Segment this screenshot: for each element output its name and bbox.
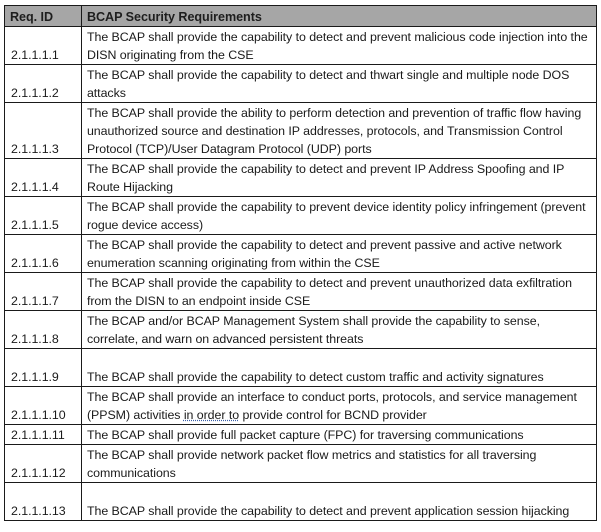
column-header-req-id: Req. ID (4, 5, 82, 27)
req-id-cell: 2.1.1.1.7 (4, 272, 82, 311)
requirement-cell: The BCAP shall provide network packet fl… (80, 444, 598, 483)
table-row: 2.1.1.1.4 The BCAP shall provide the cap… (4, 158, 598, 197)
security-requirements-table: Req. ID BCAP Security Requirements 2.1.1… (4, 5, 598, 521)
req-id-cell: 2.1.1.1.4 (4, 158, 82, 197)
req-id-cell: 2.1.1.1.5 (4, 196, 82, 235)
column-header-requirements: BCAP Security Requirements (80, 5, 598, 27)
table-row: 2.1.1.1.3 The BCAP shall provide the abi… (4, 102, 598, 159)
table-row: 2.1.1.1.8 The BCAP and/or BCAP Managemen… (4, 310, 598, 349)
table-row: 2.1.1.1.5 The BCAP shall provide the cap… (4, 196, 598, 235)
requirement-cell: The BCAP shall provide the capability to… (80, 158, 598, 197)
table-row: 2.1.1.1.6 The BCAP shall provide the cap… (4, 234, 598, 273)
req-id-cell: 2.1.1.1.3 (4, 102, 82, 159)
table-row: 2.1.1.1.13 The BCAP shall provide the ca… (4, 482, 598, 521)
grammar-flagged-phrase: in order to (183, 408, 240, 422)
table-row: 2.1.1.1.2 The BCAP shall provide the cap… (4, 64, 598, 103)
requirement-text: provide control for BCND provider (239, 408, 427, 422)
requirement-cell: The BCAP shall provide full packet captu… (80, 424, 598, 445)
table-row: 2.1.1.1.10 The BCAP shall provide an int… (4, 386, 598, 425)
requirement-cell: The BCAP shall provide the capability to… (80, 26, 598, 65)
table-row: 2.1.1.1.1 The BCAP shall provide the cap… (4, 26, 598, 65)
table-row: 2.1.1.1.9 The BCAP shall provide the cap… (4, 348, 598, 387)
requirement-cell: The BCAP shall provide the capability to… (80, 272, 598, 311)
requirement-cell: The BCAP shall provide an interface to c… (80, 386, 598, 425)
req-id-cell: 2.1.1.1.6 (4, 234, 82, 273)
table-row: 2.1.1.1.12 The BCAP shall provide networ… (4, 444, 598, 483)
req-id-cell: 2.1.1.1.1 (4, 26, 82, 65)
req-id-cell: 2.1.1.1.13 (4, 482, 82, 521)
req-id-cell: 2.1.1.1.8 (4, 310, 82, 349)
table-header-row: Req. ID BCAP Security Requirements (4, 5, 598, 27)
requirement-cell: The BCAP shall provide the capability to… (80, 482, 598, 521)
requirement-cell: The BCAP shall provide the capability to… (80, 348, 598, 387)
requirement-cell: The BCAP shall provide the capability to… (80, 64, 598, 103)
req-id-cell: 2.1.1.1.12 (4, 444, 82, 483)
requirement-cell: The BCAP shall provide the capability to… (80, 196, 598, 235)
table-row: 2.1.1.1.7 The BCAP shall provide the cap… (4, 272, 598, 311)
req-id-cell: 2.1.1.1.10 (4, 386, 82, 425)
req-id-cell: 2.1.1.1.2 (4, 64, 82, 103)
table-row: 2.1.1.1.11 The BCAP shall provide full p… (4, 424, 598, 445)
requirement-cell: The BCAP shall provide the capability to… (80, 234, 598, 273)
req-id-cell: 2.1.1.1.11 (4, 424, 82, 445)
requirement-cell: The BCAP and/or BCAP Management System s… (80, 310, 598, 349)
req-id-cell: 2.1.1.1.9 (4, 348, 82, 387)
requirement-cell: The BCAP shall provide the ability to pe… (80, 102, 598, 159)
